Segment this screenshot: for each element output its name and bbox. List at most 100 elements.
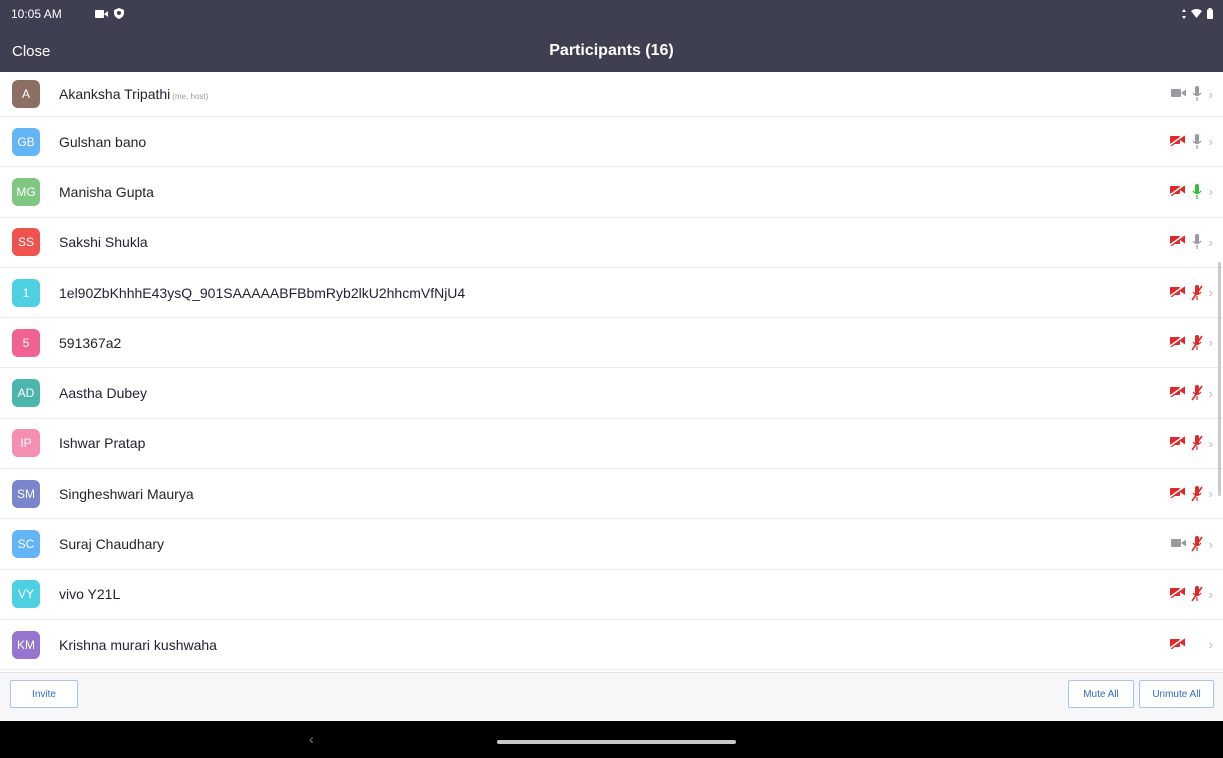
participant-status-icons: › [1169, 133, 1213, 151]
chevron-right-icon[interactable]: › [1209, 486, 1213, 501]
participant-name: Aastha Dubey [59, 385, 147, 401]
participant-name-text: Suraj Chaudhary [59, 536, 165, 553]
participant-status-icons: › [1170, 535, 1213, 553]
video-off-icon [1169, 233, 1187, 251]
scrollbar[interactable] [1218, 262, 1221, 496]
battery-icon [1207, 8, 1213, 19]
video-on-icon [1170, 535, 1187, 553]
participant-status-icons: › [1170, 85, 1213, 103]
video-status-icon [95, 9, 108, 18]
participant-row[interactable]: VY vivo Y21L › [0, 569, 1223, 620]
participant-row[interactable]: IP Ishwar Pratap › [0, 418, 1223, 470]
video-off-icon [1169, 434, 1187, 452]
navigation-bar: ‹ [0, 721, 1223, 758]
participant-status-icons: › [1169, 384, 1213, 402]
participant-status-icons: › [1169, 485, 1213, 503]
invite-button[interactable]: Invite [10, 680, 78, 708]
data-arrows-icon [1182, 8, 1186, 19]
back-icon[interactable]: ‹ [309, 731, 314, 747]
home-handle[interactable] [497, 740, 736, 744]
chevron-right-icon[interactable]: › [1209, 386, 1213, 401]
chevron-right-icon[interactable]: › [1209, 184, 1213, 199]
participant-name-text: Sakshi Shukla [59, 234, 148, 251]
microphone-muted-icon [1191, 435, 1203, 451]
avatar: KM [12, 630, 40, 659]
participant-name: 1el90ZbKhhhE43ysQ_901SAAAAABFBbmRyb2lkU2… [59, 285, 465, 301]
chevron-right-icon[interactable]: › [1209, 235, 1213, 250]
avatar: VY [12, 580, 40, 609]
unmute-all-button[interactable]: Unmute All [1139, 680, 1214, 708]
footer-bar: Invite Mute All Unmute All [0, 672, 1223, 721]
participant-name-text: Akanksha Tripathi [59, 86, 171, 102]
microphone-muted-icon [1191, 586, 1203, 602]
microphone-icon [1191, 234, 1203, 250]
mute-all-button[interactable]: Mute All [1068, 680, 1134, 708]
chevron-right-icon[interactable]: › [1209, 436, 1213, 451]
participant-name-text: Krishna murari kushwaha [59, 636, 217, 653]
video-off-icon [1169, 585, 1187, 603]
participant-name-text: Aastha Dubey [59, 385, 147, 402]
video-off-icon [1169, 183, 1187, 201]
status-icons-left [95, 8, 124, 19]
participant-name: vivo Y21L [59, 586, 120, 602]
participant-name-text: Singheshwari Maurya [59, 485, 194, 502]
video-off-icon [1169, 284, 1187, 302]
avatar: SC [12, 530, 40, 559]
participant-row[interactable]: MG Manisha Gupta › [0, 167, 1223, 218]
chevron-right-icon[interactable]: › [1209, 537, 1213, 552]
participant-name: Ishwar Pratap [59, 435, 145, 451]
chevron-right-icon[interactable]: › [1209, 134, 1213, 149]
participant-name: Gulshan bano [59, 134, 146, 150]
chevron-right-icon[interactable]: › [1209, 637, 1213, 652]
wifi-icon [1191, 9, 1202, 18]
participant-status-icons: › [1169, 585, 1213, 603]
participant-row[interactable]: A Akanksha Tripathi (me, host) › [0, 72, 1223, 117]
participant-status-icons: › [1169, 334, 1213, 352]
participant-name: Sakshi Shukla [59, 234, 148, 250]
participant-name: Singheshwari Maurya [59, 486, 194, 502]
participants-header: Close Participants (16) [0, 36, 1223, 72]
video-on-icon [1170, 85, 1187, 103]
participant-name-text: 591367a2 [59, 334, 122, 351]
chevron-right-icon[interactable]: › [1209, 285, 1213, 300]
participant-status-icons: › [1169, 284, 1213, 302]
microphone-icon [1191, 133, 1203, 150]
participant-name: Manisha Gupta [59, 184, 154, 200]
participant-status-icons: › [1169, 434, 1213, 452]
status-time: 10:05 AM [11, 7, 62, 21]
video-off-icon [1169, 334, 1187, 352]
participant-name-text: Gulshan bano [59, 133, 147, 150]
participant-row[interactable]: KM Krishna murari kushwaha › [0, 619, 1223, 671]
participant-list[interactable]: A Akanksha Tripathi (me, host) › GB Gulshan b… [0, 72, 1223, 672]
video-off-icon [1169, 485, 1187, 503]
page-title: Participants (16) [549, 42, 674, 59]
participant-row[interactable]: 1 1el90ZbKhhhE43ysQ_901SAAAAABFBbmRyb2lkU… [0, 267, 1223, 319]
participant-name-text: 1el90ZbKhhhE43ysQ_901SAAAAABFBbmRyb2lkU2… [59, 284, 466, 301]
participant-row[interactable]: SS Sakshi Shukla › [0, 217, 1223, 268]
participant-row[interactable]: SM Singheshwari Maurya › [0, 469, 1223, 520]
microphone-muted-icon [1191, 485, 1203, 502]
chevron-right-icon[interactable]: › [1209, 335, 1213, 350]
avatar: IP [12, 429, 40, 458]
microphone-muted-icon [1191, 385, 1203, 401]
participant-name: Krishna murari kushwaha [59, 637, 217, 653]
video-off-icon [1169, 133, 1187, 151]
participant-row[interactable]: GB Gulshan bano › [0, 117, 1223, 168]
participant-role-tag: (me, host) [172, 92, 209, 101]
avatar: AD [12, 379, 40, 408]
avatar: MG [12, 177, 40, 206]
participant-status-icons: › [1169, 233, 1213, 251]
chevron-right-icon[interactable]: › [1209, 87, 1213, 102]
participant-row[interactable]: 5 591367a2 › [0, 318, 1223, 369]
participant-row[interactable]: AD Aastha Dubey › [0, 368, 1223, 419]
participant-status-icons: › [1169, 183, 1213, 201]
avatar: SM [12, 479, 40, 508]
chevron-right-icon[interactable]: › [1209, 587, 1213, 602]
participant-status-icons: › [1169, 636, 1213, 654]
video-off-icon [1169, 636, 1187, 654]
avatar: GB [12, 127, 40, 156]
microphone-muted-icon [1191, 334, 1203, 351]
avatar: 1 [12, 278, 40, 307]
microphone-muted-icon [1191, 536, 1203, 552]
participant-row[interactable]: SC Suraj Chaudhary › [0, 519, 1223, 570]
